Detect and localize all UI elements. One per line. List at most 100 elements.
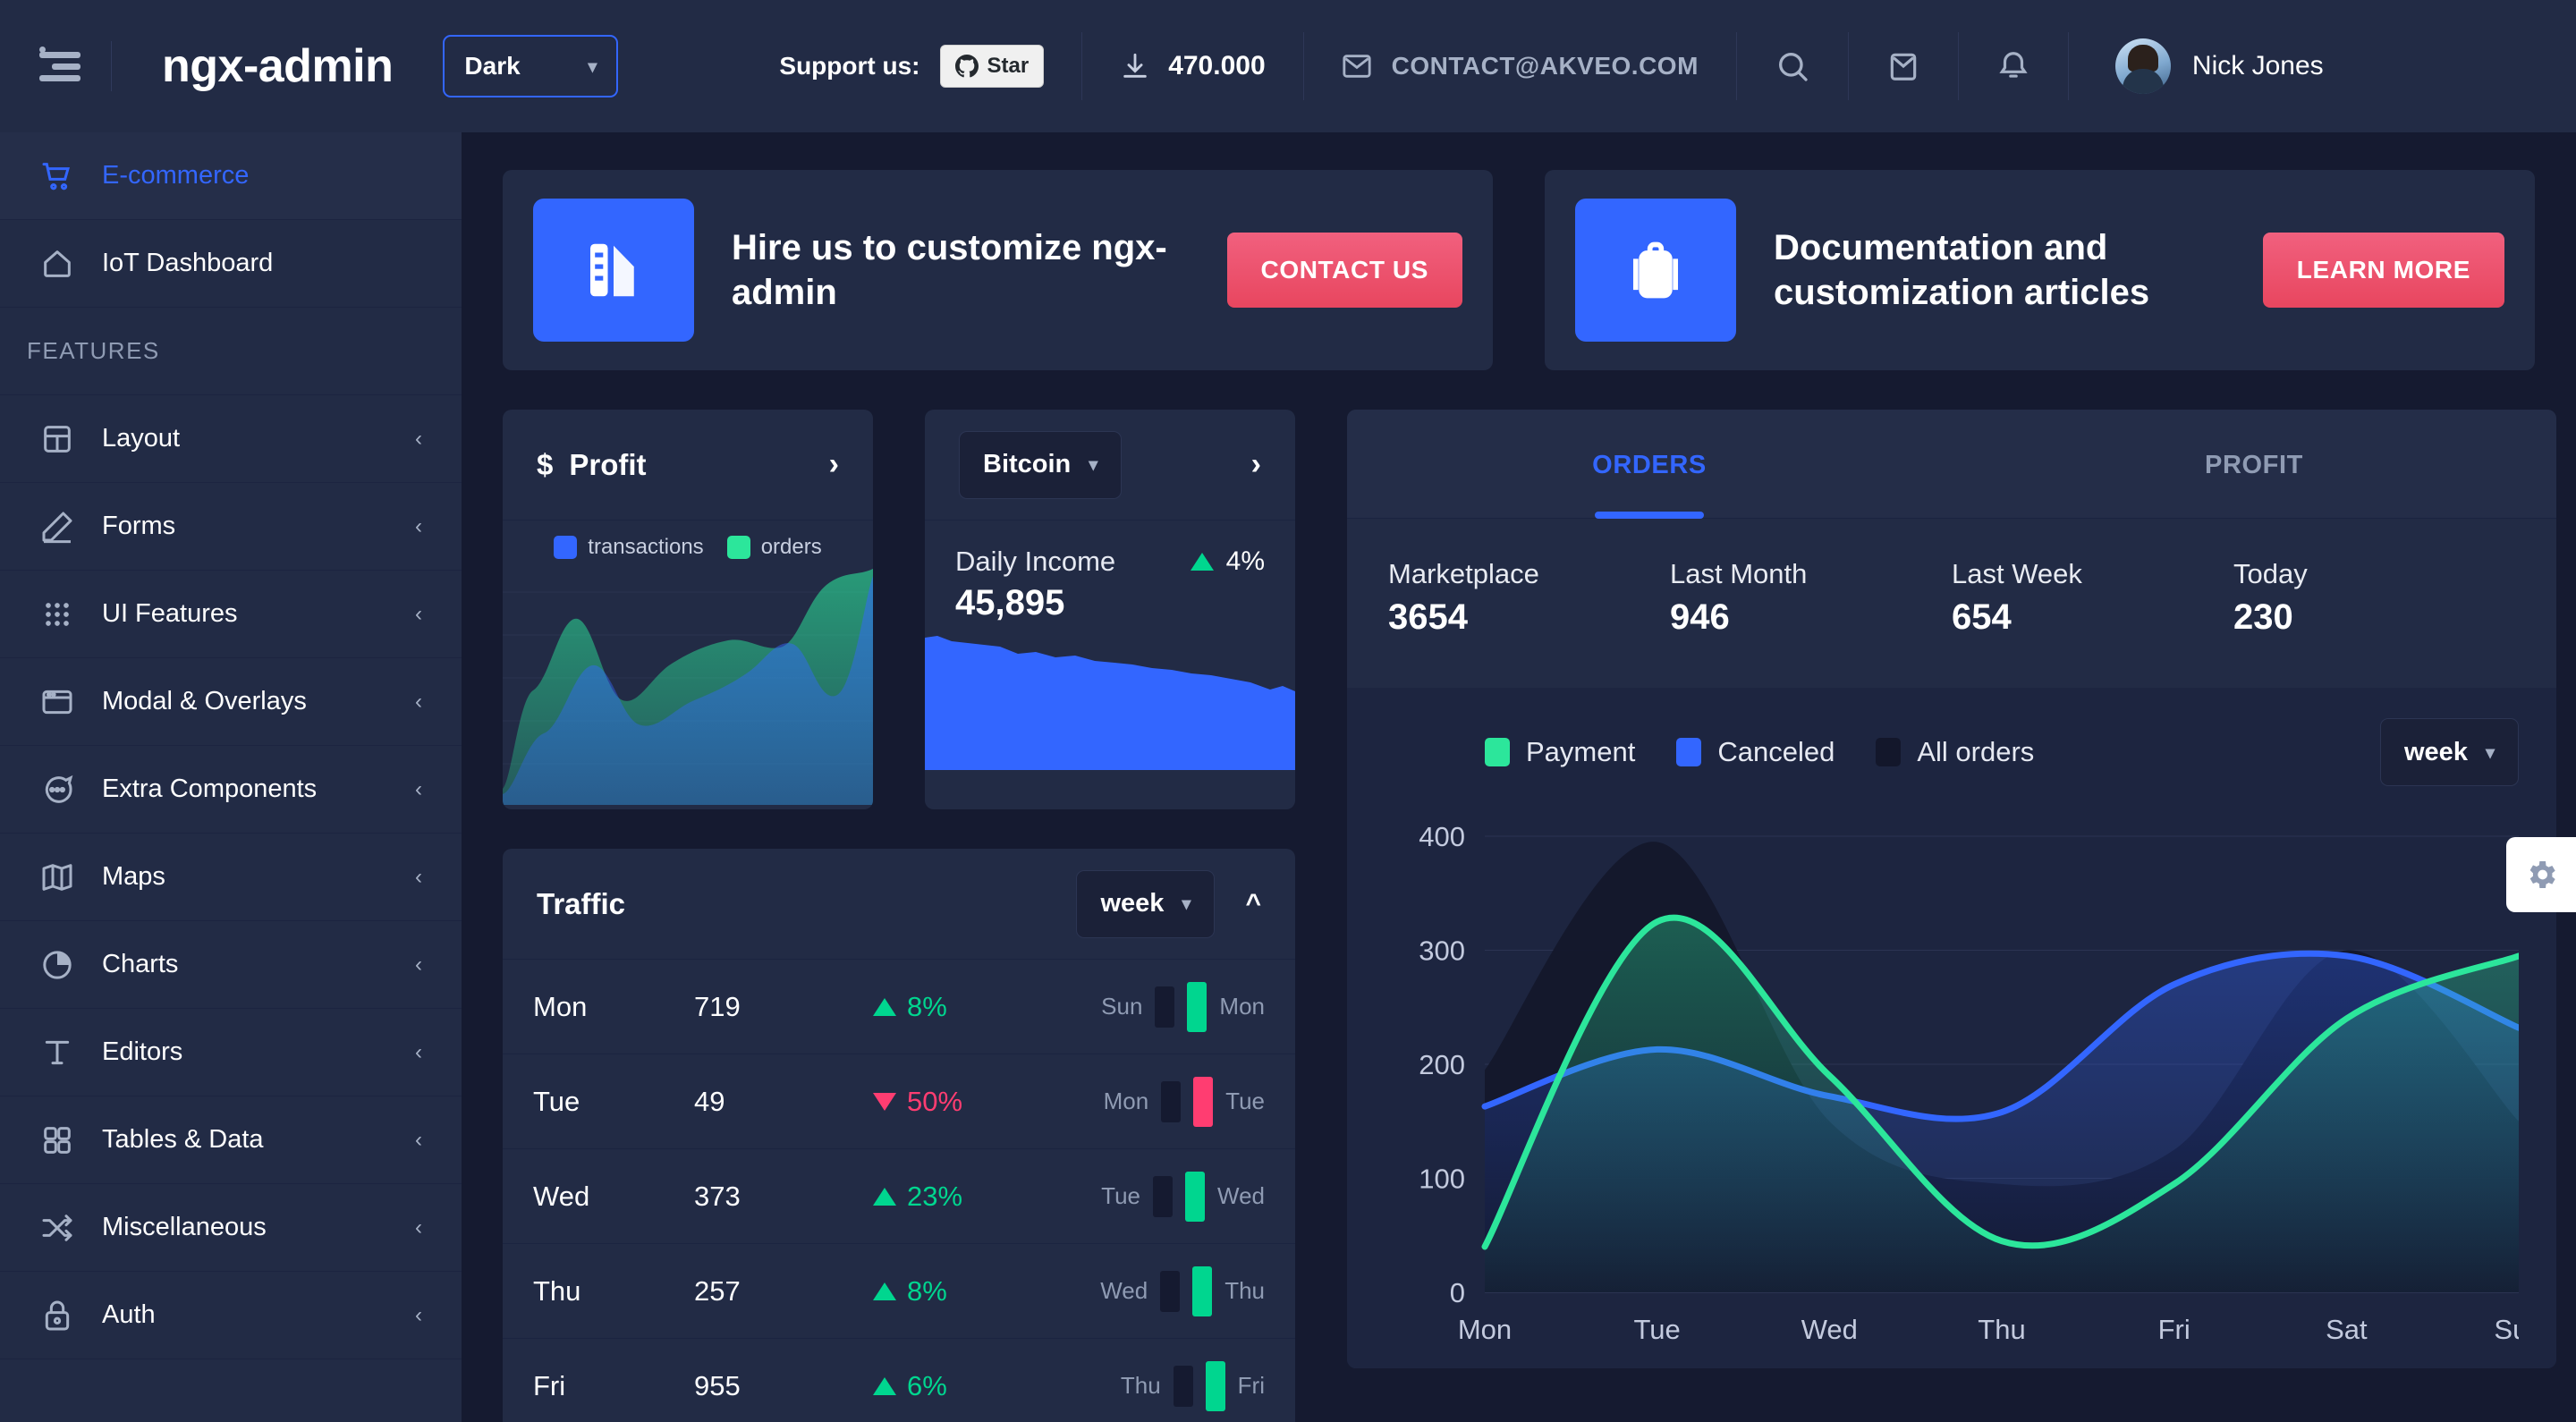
learn-more-button[interactable]: LEARN MORE [2262, 233, 2504, 308]
collapse-toggle-icon[interactable]: ^ [1245, 889, 1261, 919]
traffic-title: Traffic [537, 886, 626, 920]
sidebar-item-label: Auth [102, 1300, 156, 1329]
legend-transactions: transactions [554, 535, 704, 560]
chart-legend-payment[interactable]: Payment [1485, 736, 1635, 768]
daily-income-value: 45,895 [955, 583, 1065, 622]
chevron-down-icon: ▾ [588, 56, 597, 77]
chevron-down-icon: ▾ [2485, 742, 2495, 763]
header-separator-4 [1847, 32, 1849, 100]
mini-bar-next [1192, 1265, 1213, 1316]
chevron-right-icon[interactable]: › [829, 447, 839, 482]
traffic-prev-label: Wed [1100, 1277, 1148, 1304]
mini-bar-prev [1161, 1080, 1182, 1122]
x-axis-tick: Fri [2158, 1314, 2190, 1345]
table-row[interactable]: Fri 955 6% Thu Fri [503, 1339, 1295, 1422]
avatar [2114, 38, 2171, 94]
delta-value: 4% [1225, 546, 1265, 576]
traffic-card-header: Traffic week ▾ ^ [503, 849, 1295, 960]
triangle-down-icon [873, 1092, 896, 1111]
traffic-value: 257 [694, 1274, 741, 1307]
user-menu[interactable]: Nick Jones [2114, 38, 2324, 94]
traffic-card: Traffic week ▾ ^ Mon 719 8% Sun Mon Tue 49 50% M… [503, 849, 1295, 1422]
promo-banner-row: Hire us to customize ngx-admin CONTACT U… [503, 170, 2535, 370]
traffic-mini-chart: Mon Tue [1079, 1076, 1265, 1127]
sidebar-item-iot-dashboard[interactable]: IoT Dashboard [0, 220, 462, 308]
bitcoin-card: Bitcoin ▾ › Daily Income 4% 45,895 [925, 410, 1295, 809]
github-star-button[interactable]: Star [939, 45, 1045, 88]
mail-icon[interactable] [1886, 49, 1920, 83]
bitcoin-sparkline [925, 623, 1295, 770]
sidebar-item-tables-data[interactable]: Tables & Data ‹ [0, 1096, 462, 1184]
traffic-next-label: Fri [1237, 1372, 1265, 1399]
small-cards-row: $ Profit › transactions orders Bitcoin ▾… [503, 410, 1295, 809]
y-axis-tick: 200 [1419, 1049, 1465, 1080]
gear-icon [2529, 861, 2555, 888]
app-brand[interactable]: ngx-admin [162, 39, 394, 93]
sidebar-item-e-commerce[interactable]: E-commerce [0, 132, 462, 220]
settings-button[interactable] [2506, 837, 2576, 912]
theme-select[interactable]: Dark ▾ [443, 35, 619, 97]
chevron-left-icon: ‹ [415, 689, 422, 714]
sidebar-item-editors[interactable]: Editors ‹ [0, 1009, 462, 1096]
table-row[interactable]: Mon 719 8% Sun Mon [503, 960, 1295, 1054]
tab-profit[interactable]: PROFIT [1952, 410, 2556, 518]
x-axis-tick: Sun [2494, 1314, 2519, 1345]
support-label: Support us: [779, 52, 920, 80]
chevron-left-icon: ‹ [415, 513, 422, 538]
banner-title: Hire us to customize ngx-admin [732, 228, 1167, 312]
chart-legend-canceled[interactable]: Canceled [1676, 736, 1835, 768]
traffic-prev-label: Thu [1120, 1372, 1161, 1399]
traffic-mini-chart: Tue Wed [1079, 1171, 1265, 1222]
traffic-mini-chart: Wed Thu [1079, 1265, 1265, 1316]
sidebar-item-extra-components[interactable]: Extra Components ‹ [0, 746, 462, 834]
github-icon [954, 55, 979, 78]
sidebar-item-label: Tables & Data [102, 1125, 264, 1154]
chevron-right-icon[interactable]: › [1251, 447, 1261, 482]
profit-sparkline [503, 565, 873, 809]
pencil-icon [39, 509, 75, 545]
sidebar-item-charts[interactable]: Charts ‹ [0, 921, 462, 1009]
currency-select[interactable]: Bitcoin ▾ [959, 430, 1123, 499]
sidebar-item-maps[interactable]: Maps ‹ [0, 834, 462, 921]
table-row[interactable]: Tue 49 50% Mon Tue [503, 1054, 1295, 1149]
y-axis-tick: 0 [1450, 1277, 1465, 1308]
table-row[interactable]: Thu 257 8% Wed Thu [503, 1244, 1295, 1339]
sidebar-item-ui-features[interactable]: UI Features ‹ [0, 571, 462, 658]
sidebar-item-miscellaneous[interactable]: Miscellaneous ‹ [0, 1184, 462, 1272]
stat-label: Last Month [1670, 558, 1808, 589]
contact-email[interactable]: CONTACT@AKVEO.COM [1342, 52, 1699, 80]
table-row[interactable]: Wed 373 23% Tue Wed [503, 1149, 1295, 1244]
sidebar-item-label: Charts [102, 950, 179, 978]
legend-swatch [1876, 738, 1902, 766]
sidebar-item-forms[interactable]: Forms ‹ [0, 483, 462, 571]
briefcase-icon [1575, 199, 1736, 342]
menu-toggle-icon[interactable] [39, 46, 80, 87]
traffic-value: 49 [694, 1085, 725, 1117]
header-separator-1 [1081, 32, 1083, 100]
sidebar-item-modal-overlays[interactable]: Modal & Overlays ‹ [0, 658, 462, 746]
orders-chart-legend: Payment Canceled All orders [1485, 736, 2034, 768]
sidebar-item-label: Miscellaneous [102, 1213, 267, 1241]
traffic-next-label: Wed [1217, 1182, 1265, 1209]
sidebar-item-layout[interactable]: Layout ‹ [0, 395, 462, 483]
bitcoin-area [925, 636, 1295, 770]
contact-us-button[interactable]: CONTACT US [1226, 233, 1462, 308]
mini-bar-prev [1155, 986, 1175, 1028]
y-axis-tick: 300 [1419, 935, 1465, 967]
envelope-icon [1343, 55, 1371, 78]
sidebar-item-auth[interactable]: Auth ‹ [0, 1272, 462, 1359]
chart-legend-all-orders[interactable]: All orders [1876, 736, 2034, 768]
traffic-period-select[interactable]: week ▾ [1076, 869, 1216, 938]
search-icon[interactable] [1775, 48, 1810, 84]
orders-period-select[interactable]: week ▾ [2380, 718, 2519, 786]
orders-card: ORDERS PROFIT Marketplace 3654 Last Month 94… [1347, 410, 2556, 1368]
header-separator-5 [1957, 32, 1959, 100]
traffic-period-value: week [1100, 889, 1165, 918]
legend-label: All orders [1917, 736, 2035, 767]
main-content: Hire us to customize ngx-admin CONTACT U… [462, 132, 2576, 1422]
tab-orders[interactable]: ORDERS [1347, 410, 1952, 518]
x-axis-tick: Wed [1801, 1314, 1858, 1345]
traffic-day: Tue [533, 1085, 580, 1117]
bell-icon[interactable] [1996, 49, 2030, 83]
orders-tabs: ORDERS PROFIT [1347, 410, 2556, 519]
